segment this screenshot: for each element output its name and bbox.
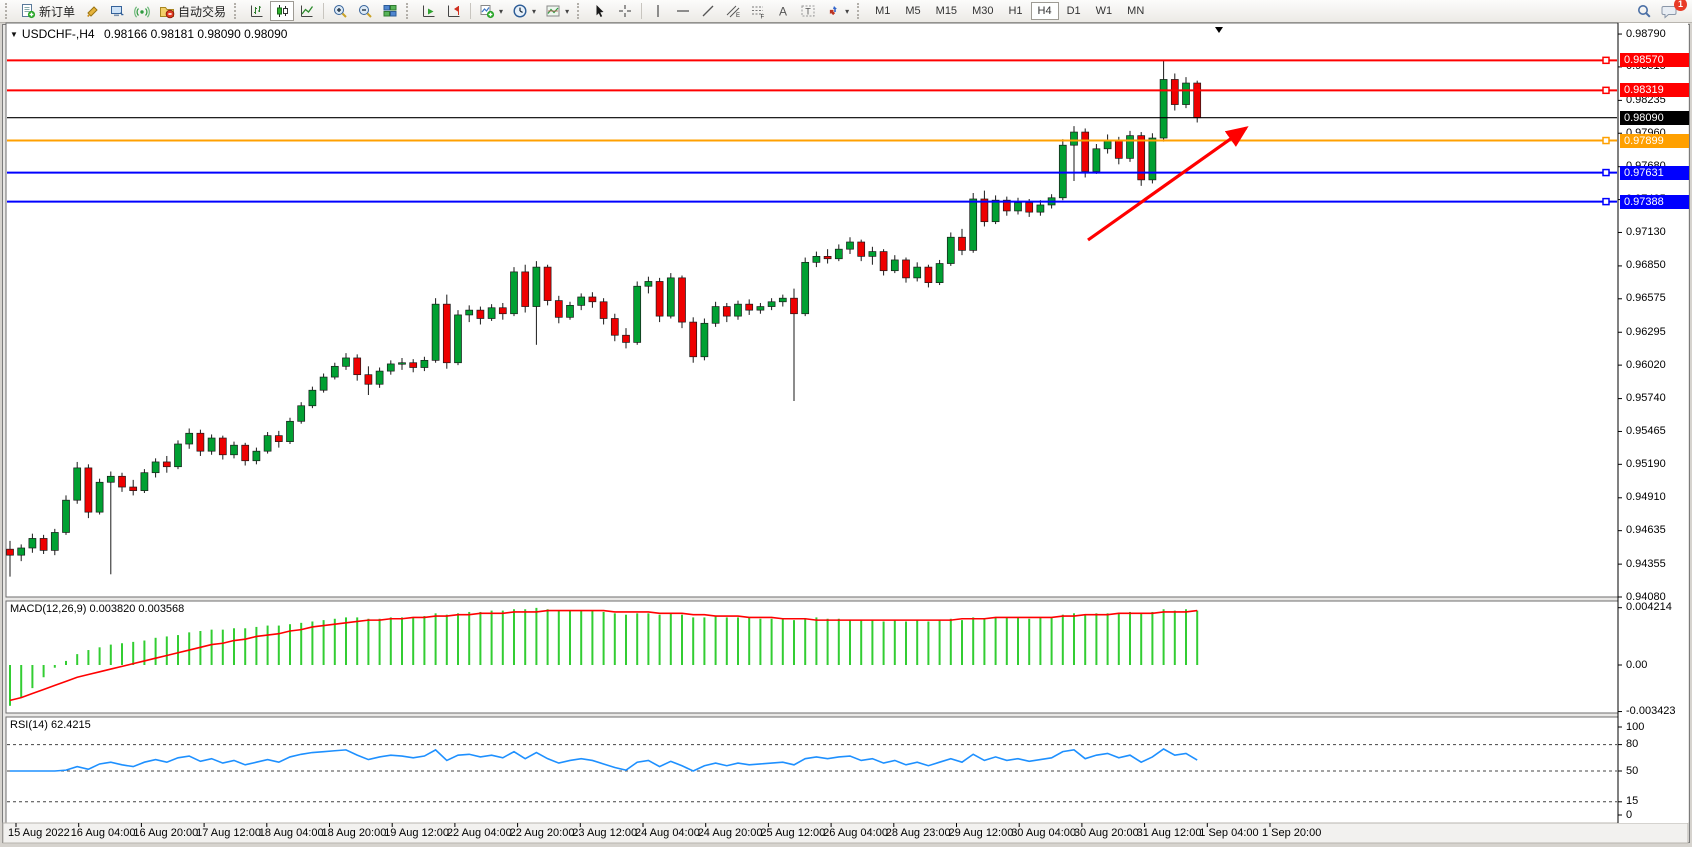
mt4-window: 新订单 自动交易 [0,0,1692,847]
time-axis-label: 15 Aug 2022 [8,827,70,839]
price-badge[interactable]: 0.97388 [1620,195,1689,209]
time-axis-label: 16 Aug 20:00 [133,827,198,839]
time-axis-label: 24 Aug 20:00 [698,827,763,839]
time-axis-label: 30 Aug 04:00 [1011,827,1076,839]
rsi-tick-label: 0 [1626,809,1632,821]
price-tick-label: 0.95190 [1626,458,1666,470]
price-tick-label: 0.96850 [1626,259,1666,271]
price-tick-label: 0.97130 [1626,226,1666,238]
time-axis-label: 16 Aug 04:00 [71,827,136,839]
time-axis-label: 30 Aug 20:00 [1074,827,1139,839]
time-axis-label: 31 Aug 12:00 [1137,827,1202,839]
price-badge[interactable]: 0.98570 [1620,53,1689,67]
price-tick-label: 0.95740 [1626,392,1666,404]
time-axis-label: 18 Aug 04:00 [259,827,324,839]
price-tick-label: 0.95465 [1626,425,1666,437]
time-axis-label: 22 Aug 04:00 [447,827,512,839]
price-badge[interactable]: 0.97631 [1620,166,1689,180]
chart-title: ▼ USDCHF-,H4 0.98166 0.98181 0.98090 0.98… [10,27,287,41]
macd-tick-label: -0.003423 [1626,705,1676,717]
time-axis-label: 23 Aug 12:00 [572,827,637,839]
rsi-tick-label: 80 [1626,738,1638,750]
rsi-tick-label: 15 [1626,795,1638,807]
price-tick-label: 0.96295 [1626,326,1666,338]
price-tick-label: 0.96020 [1626,359,1666,371]
price-tick-label: 0.94635 [1626,524,1666,536]
chart-ohlc-values: 0.98166 0.98181 0.98090 0.98090 [104,27,288,41]
time-axis-label: 26 Aug 04:00 [823,827,888,839]
time-axis-label: 19 Aug 12:00 [384,827,449,839]
price-badge[interactable]: 0.98319 [1620,83,1689,97]
time-axis-label: 28 Aug 23:00 [886,827,951,839]
macd-tick-label: 0.00 [1626,659,1647,671]
chart-plot-area[interactable] [0,0,1692,847]
time-axis-label: 18 Aug 20:00 [322,827,387,839]
time-axis-label: 22 Aug 20:00 [510,827,575,839]
price-badge[interactable]: 0.98090 [1620,111,1689,125]
time-axis-label: 1 Sep 20:00 [1262,827,1321,839]
time-axis-label: 25 Aug 12:00 [760,827,825,839]
price-tick-label: 0.94355 [1626,558,1666,570]
chart-symbol-period: USDCHF-,H4 [22,27,95,41]
macd-indicator-label: MACD(12,26,9) 0.003820 0.003568 [10,603,184,615]
price-tick-label: 0.94910 [1626,491,1666,503]
macd-tick-label: 0.004214 [1626,601,1672,613]
price-tick-label: 0.96575 [1626,292,1666,304]
rsi-tick-label: 50 [1626,765,1638,777]
price-badge[interactable]: 0.97899 [1620,134,1689,148]
chart-menu-icon[interactable]: ▼ [10,30,18,39]
time-axis-label: 29 Aug 12:00 [949,827,1014,839]
rsi-tick-label: 100 [1626,721,1644,733]
time-axis-label: 17 Aug 12:00 [196,827,261,839]
time-axis-label: 1 Sep 04:00 [1199,827,1258,839]
price-tick-label: 0.98790 [1626,28,1666,40]
rsi-indicator-label: RSI(14) 62.4215 [10,719,91,731]
time-axis-label: 24 Aug 04:00 [635,827,700,839]
